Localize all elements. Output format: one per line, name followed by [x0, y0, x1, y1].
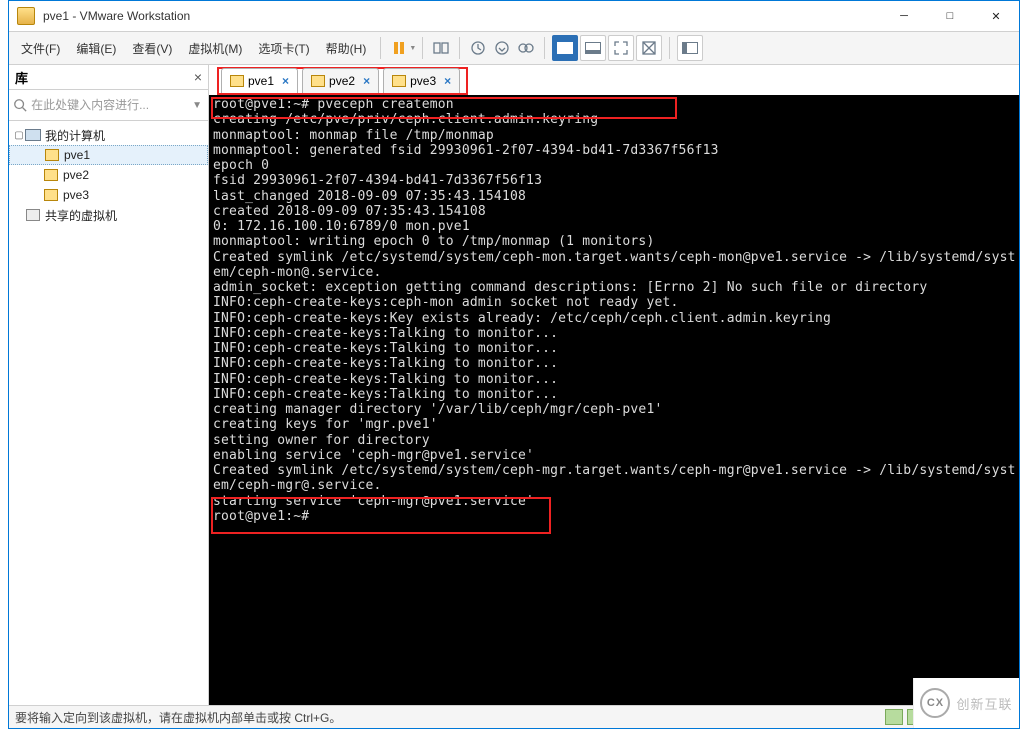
- menu-tabs[interactable]: 选项卡(T): [250, 36, 317, 61]
- harddisk-icon[interactable]: [885, 709, 903, 725]
- terminal[interactable]: root@pve1:~# pveceph createmon creating …: [209, 95, 1019, 705]
- view-console-button[interactable]: [552, 35, 578, 61]
- sidebar-title: 库: [15, 68, 28, 87]
- vm-icon: [392, 75, 406, 87]
- view-unity-button[interactable]: [580, 35, 606, 61]
- sidebar-tree: ▢ 我的计算机 pve1 pve2 pve3: [9, 121, 208, 705]
- host-icon: [25, 129, 41, 141]
- sidebar-close-icon[interactable]: ×: [194, 69, 202, 85]
- maximize-button[interactable]: □: [927, 1, 973, 31]
- menu-help[interactable]: 帮助(H): [318, 36, 375, 61]
- search-icon: [13, 98, 27, 112]
- sidebar-header: 库 ×: [9, 65, 208, 90]
- app-window: pve1 - VMware Workstation ─ □ ✕ 文件(F) 编辑…: [8, 0, 1020, 729]
- shared-icon: [26, 209, 40, 221]
- tab-close-icon[interactable]: ×: [444, 74, 451, 88]
- watermark-logo-icon: CX: [920, 688, 950, 718]
- minimize-button[interactable]: ─: [881, 1, 927, 31]
- statusbar-text: 要将输入定向到该虚拟机，请在虚拟机内部单击或按 Ctrl+G。: [15, 709, 341, 726]
- thumbnail-bar-button[interactable]: [636, 35, 662, 61]
- main-area: 库 × ▼ ▢ 我的计算机 pve1: [9, 65, 1019, 705]
- vm-tabs: pve1 × pve2 × pve3 ×: [209, 65, 1019, 95]
- terminal-text: root@pve1:~# pveceph createmon creating …: [209, 95, 1019, 526]
- revert-snapshot-button[interactable]: [490, 36, 514, 60]
- window-controls: ─ □ ✕: [881, 1, 1019, 31]
- tabs-highlight: pve1 × pve2 × pve3 ×: [217, 67, 468, 95]
- tab-pve2[interactable]: pve2 ×: [302, 68, 379, 93]
- close-button[interactable]: ✕: [973, 1, 1019, 31]
- library-button[interactable]: [677, 35, 703, 61]
- app-icon: [17, 7, 35, 25]
- snapshot-button[interactable]: [466, 36, 490, 60]
- tab-close-icon[interactable]: ×: [363, 74, 370, 88]
- send-ctrl-alt-del-button[interactable]: [429, 36, 453, 60]
- content-area: pve1 × pve2 × pve3 ×: [209, 65, 1019, 705]
- tab-label: pve3: [410, 74, 436, 88]
- collapse-icon[interactable]: ▢: [13, 130, 25, 141]
- search-dropdown-icon[interactable]: ▼: [190, 100, 204, 111]
- sidebar-search: ▼: [9, 90, 208, 121]
- vm-icon: [44, 189, 58, 201]
- sidebar: 库 × ▼ ▢ 我的计算机 pve1: [9, 65, 209, 705]
- tab-pve3[interactable]: pve3 ×: [383, 68, 460, 93]
- menu-vm[interactable]: 虚拟机(M): [180, 36, 250, 61]
- menubar: 文件(F) 编辑(E) 查看(V) 虚拟机(M) 选项卡(T) 帮助(H) ▼: [9, 31, 1019, 65]
- watermark-text: 创新互联: [956, 694, 1012, 713]
- watermark: CX 创新互联: [913, 678, 1019, 728]
- tree-item-pve1[interactable]: pve1: [9, 145, 208, 165]
- vm-icon: [45, 149, 59, 161]
- tree-item-pve2[interactable]: pve2: [9, 165, 208, 185]
- vm-icon: [230, 75, 244, 87]
- tab-label: pve1: [248, 74, 274, 88]
- menu-view[interactable]: 查看(V): [124, 36, 180, 61]
- menu-edit[interactable]: 编辑(E): [68, 36, 124, 61]
- tab-close-icon[interactable]: ×: [282, 74, 289, 88]
- titlebar[interactable]: pve1 - VMware Workstation ─ □ ✕: [9, 1, 1019, 31]
- tab-pve1[interactable]: pve1 ×: [221, 68, 298, 93]
- vm-icon: [44, 169, 58, 181]
- search-input[interactable]: [27, 94, 190, 116]
- pause-button[interactable]: [387, 36, 411, 60]
- window-title: pve1 - VMware Workstation: [43, 9, 881, 23]
- fullscreen-button[interactable]: [608, 35, 634, 61]
- statusbar: 要将输入定向到该虚拟机，请在虚拟机内部单击或按 Ctrl+G。: [9, 705, 1019, 728]
- tree-root-my-computer[interactable]: ▢ 我的计算机: [9, 125, 208, 145]
- vm-icon: [311, 75, 325, 87]
- tree-shared-vms[interactable]: 共享的虚拟机: [9, 205, 208, 225]
- snapshot-manager-button[interactable]: [514, 36, 538, 60]
- tab-label: pve2: [329, 74, 355, 88]
- tree-item-pve3[interactable]: pve3: [9, 185, 208, 205]
- menu-file[interactable]: 文件(F): [13, 36, 68, 61]
